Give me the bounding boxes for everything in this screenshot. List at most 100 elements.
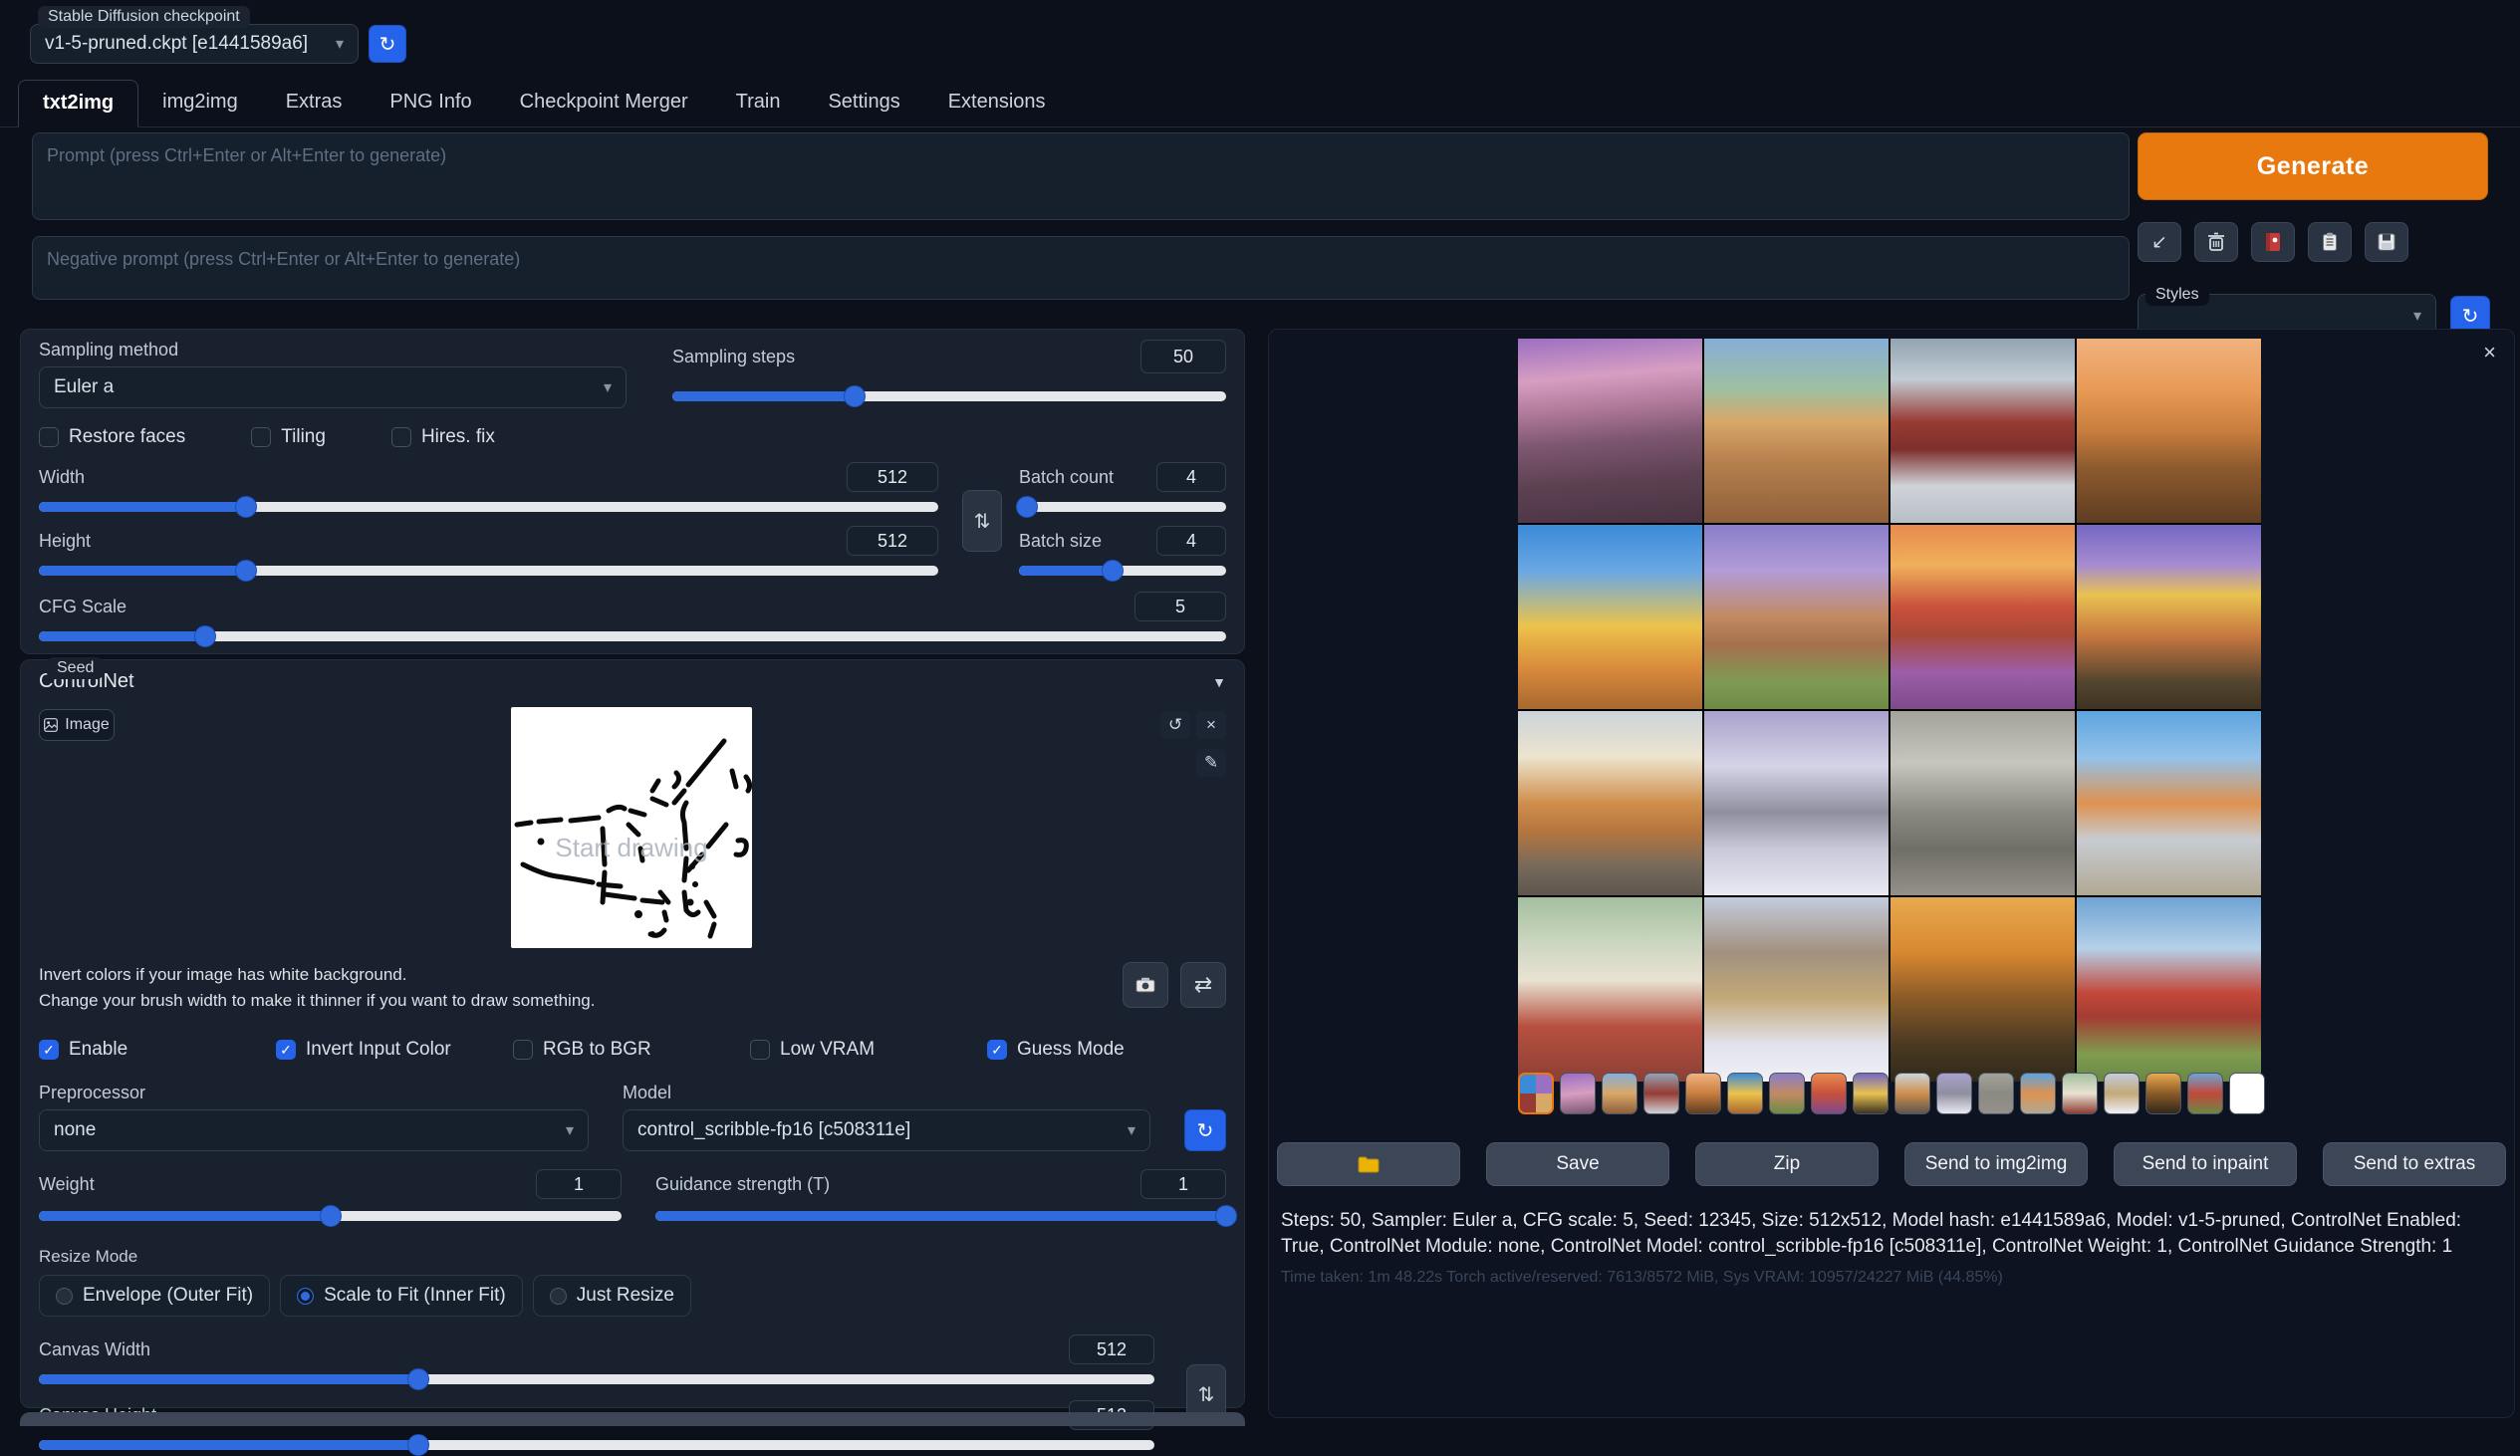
controlnet-image-tab[interactable]: Image: [39, 709, 115, 741]
guidance-strength-slider[interactable]: [655, 1205, 1226, 1227]
weight-input[interactable]: [536, 1169, 622, 1199]
sampling-steps-slider[interactable]: [672, 385, 1226, 407]
tab-extensions[interactable]: Extensions: [924, 80, 1070, 126]
checkbox-low-vram[interactable]: Low VRAM: [750, 1039, 987, 1061]
checkbox-invert-input-color[interactable]: Invert Input Color: [276, 1039, 513, 1061]
thumbnail-14[interactable]: [2062, 1073, 2098, 1114]
preprocessor-select[interactable]: none ▾: [39, 1109, 589, 1151]
gallery-image-11[interactable]: [1890, 711, 2075, 895]
send-to-img2img-button[interactable]: Send to img2img: [1904, 1142, 2088, 1186]
gallery-image-9[interactable]: [1518, 711, 1702, 895]
batch-count-slider[interactable]: [1019, 496, 1226, 518]
gallery-image-12[interactable]: [2077, 711, 2261, 895]
thumbnail-8[interactable]: [1811, 1073, 1847, 1114]
thumbnail-10[interactable]: [1894, 1073, 1930, 1114]
slider-handle[interactable]: [1215, 1205, 1237, 1227]
guidance-strength-input[interactable]: [1140, 1169, 1226, 1199]
cfg-scale-input[interactable]: [1134, 592, 1226, 621]
refresh-models-button[interactable]: ↻: [1184, 1109, 1226, 1151]
gallery-image-2[interactable]: [1704, 339, 1889, 523]
thumbnail-13[interactable]: [2020, 1073, 2056, 1114]
zip-button[interactable]: Zip: [1695, 1142, 1879, 1186]
thumbnail-17[interactable]: [2187, 1073, 2223, 1114]
radio-envelope-outer-fit[interactable]: Envelope (Outer Fit): [39, 1275, 270, 1317]
checkbox-rgb-to-bgr[interactable]: RGB to BGR: [513, 1039, 750, 1061]
brush-button[interactable]: ✎: [1196, 749, 1226, 777]
tab-extras[interactable]: Extras: [262, 80, 367, 126]
tab-settings[interactable]: Settings: [804, 80, 923, 126]
paste-params-button[interactable]: ↙: [2138, 222, 2181, 262]
height-input[interactable]: [847, 526, 938, 556]
canvas-width-slider[interactable]: [39, 1368, 1154, 1390]
gallery-image-13[interactable]: [1518, 897, 1702, 1082]
close-gallery-button[interactable]: ×: [2483, 340, 2496, 365]
open-folder-button[interactable]: [1277, 1142, 1460, 1186]
batch-size-slider[interactable]: [1019, 560, 1226, 582]
clear-prompt-button[interactable]: [2194, 222, 2238, 262]
sampling-method-select[interactable]: Euler a ▾: [39, 366, 627, 408]
tab-png-info[interactable]: PNG Info: [366, 80, 495, 126]
gallery-image-6[interactable]: [1704, 525, 1889, 709]
gallery-image-10[interactable]: [1704, 711, 1889, 895]
prompt-input[interactable]: [32, 132, 2130, 220]
batch-count-input[interactable]: [1156, 462, 1226, 492]
thumbnail-11[interactable]: [1936, 1073, 1972, 1114]
thumbnail-4[interactable]: [1643, 1073, 1679, 1114]
thumbnail-18[interactable]: [2229, 1073, 2265, 1114]
thumbnail-9[interactable]: [1853, 1073, 1889, 1114]
thumbnail-1[interactable]: [1518, 1073, 1554, 1114]
sampling-steps-input[interactable]: [1140, 340, 1226, 373]
clear-image-button[interactable]: ×: [1196, 711, 1226, 739]
radio-just-resize[interactable]: Just Resize: [533, 1275, 691, 1317]
slider-handle[interactable]: [320, 1205, 342, 1227]
refresh-checkpoint-button[interactable]: ↻: [369, 25, 406, 63]
cfg-scale-slider[interactable]: [39, 625, 1226, 647]
controlnet-scribble-canvas[interactable]: Start drawing: [511, 707, 752, 948]
gallery-image-16[interactable]: [2077, 897, 2261, 1082]
webcam-button[interactable]: [1123, 962, 1168, 1008]
checkbox-enable[interactable]: Enable: [39, 1039, 276, 1061]
collapse-arrow-icon[interactable]: ▼: [1212, 674, 1226, 690]
canvas-width-input[interactable]: [1069, 1335, 1154, 1364]
save-style-button[interactable]: [2365, 222, 2408, 262]
slider-handle[interactable]: [1016, 496, 1038, 518]
gallery-image-1[interactable]: [1518, 339, 1702, 523]
gallery-image-7[interactable]: [1890, 525, 2075, 709]
thumbnail-12[interactable]: [1978, 1073, 2014, 1114]
checkbox-tiling[interactable]: Tiling: [251, 426, 326, 448]
width-slider[interactable]: [39, 496, 938, 518]
gallery-image-14[interactable]: [1704, 897, 1889, 1082]
thumbnail-16[interactable]: [2145, 1073, 2181, 1114]
height-slider[interactable]: [39, 560, 938, 582]
send-to-extras-button[interactable]: Send to extras: [2323, 1142, 2506, 1186]
slider-handle[interactable]: [407, 1368, 429, 1390]
extra-networks-button[interactable]: [2251, 222, 2295, 262]
gallery-image-15[interactable]: [1890, 897, 2075, 1082]
mirror-button[interactable]: ⇄: [1180, 962, 1226, 1008]
slider-handle[interactable]: [194, 625, 216, 647]
weight-slider[interactable]: [39, 1205, 622, 1227]
tab-train[interactable]: Train: [712, 80, 805, 126]
tab-img2img[interactable]: img2img: [138, 80, 262, 126]
undo-button[interactable]: ↺: [1160, 711, 1190, 739]
save-button[interactable]: Save: [1486, 1142, 1669, 1186]
checkbox-restore-faces[interactable]: Restore faces: [39, 426, 185, 448]
radio-scale-to-fit-inner-fit[interactable]: Scale to Fit (Inner Fit): [280, 1275, 523, 1317]
gallery-image-5[interactable]: [1518, 525, 1702, 709]
gallery-image-3[interactable]: [1890, 339, 2075, 523]
thumbnail-15[interactable]: [2104, 1073, 2140, 1114]
tab-txt2img[interactable]: txt2img: [18, 80, 138, 127]
checkpoint-select[interactable]: v1-5-pruned.ckpt [e1441589a6] ▾: [30, 24, 359, 64]
batch-size-input[interactable]: [1156, 526, 1226, 556]
thumbnail-2[interactable]: [1560, 1073, 1596, 1114]
gallery-image-4[interactable]: [2077, 339, 2261, 523]
model-select[interactable]: control_scribble-fp16 [c508311e] ▾: [623, 1109, 1150, 1151]
gallery-image-8[interactable]: [2077, 525, 2261, 709]
checkbox-hires-fix[interactable]: Hires. fix: [391, 426, 495, 448]
width-input[interactable]: [847, 462, 938, 492]
tab-checkpoint-merger[interactable]: Checkpoint Merger: [496, 80, 712, 126]
slider-handle[interactable]: [844, 385, 866, 407]
thumbnail-6[interactable]: [1727, 1073, 1763, 1114]
canvas-height-slider[interactable]: [39, 1434, 1154, 1456]
generate-button[interactable]: Generate: [2138, 132, 2488, 200]
